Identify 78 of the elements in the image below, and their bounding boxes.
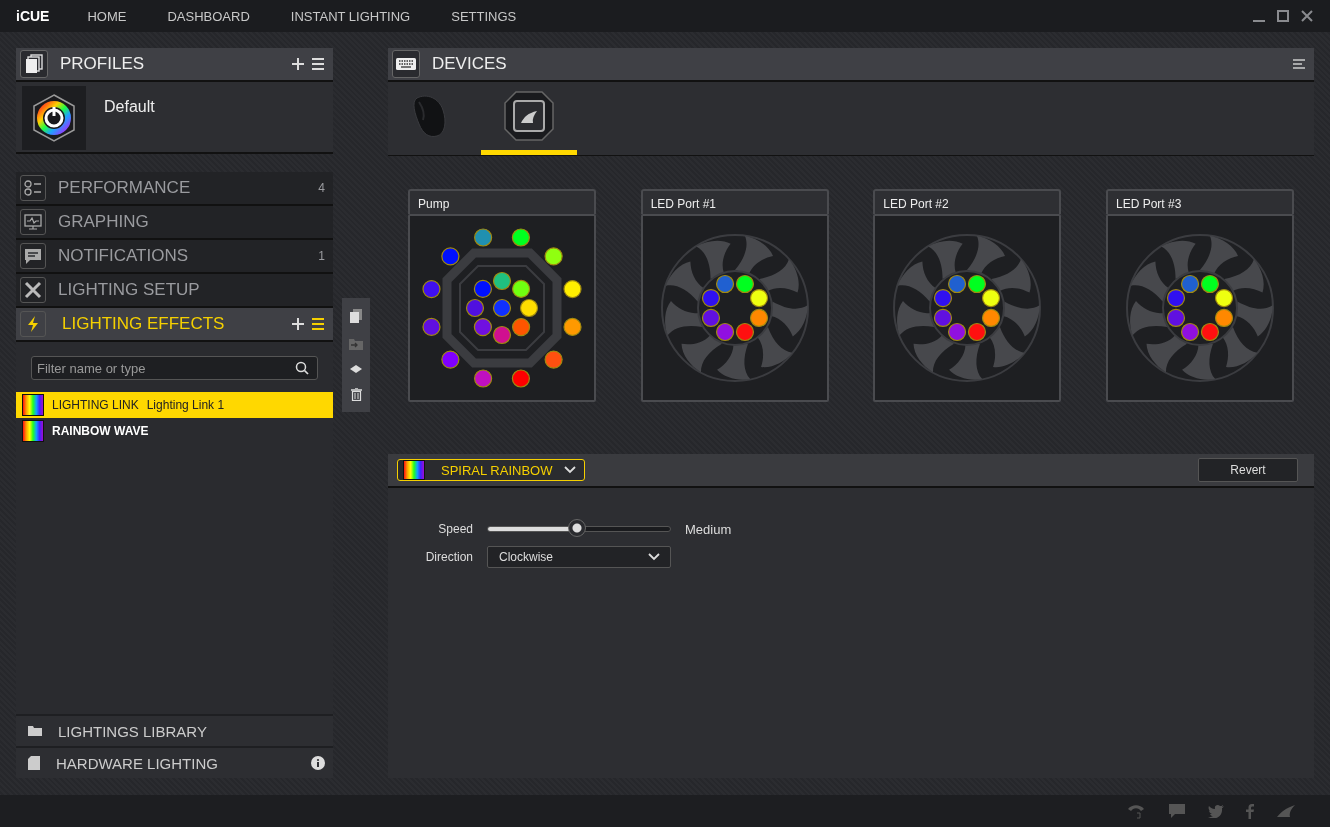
profiles-title: PROFILES: [60, 54, 146, 74]
rainbow-swatch-icon: [22, 394, 44, 416]
nav-link[interactable]: INSTANT LIGHTING: [290, 8, 411, 24]
section-icon: [20, 209, 46, 235]
direction-label: Direction: [424, 550, 473, 564]
profile-logo-icon: [22, 86, 86, 150]
led-light[interactable]: [512, 279, 531, 298]
cooler-icon: [504, 91, 554, 141]
nav-link[interactable]: DASHBOARD: [167, 8, 250, 24]
section-tab[interactable]: GRAPHING: [16, 206, 333, 240]
diamond-icon[interactable]: [350, 364, 362, 373]
folder-icon: [28, 725, 42, 737]
led-light[interactable]: [982, 308, 1001, 328]
direction-dropdown[interactable]: Clockwise: [487, 546, 671, 568]
devices-title: DEVICES: [432, 54, 508, 74]
add-icon[interactable]: [291, 57, 305, 71]
led-light[interactable]: [749, 308, 768, 328]
rainbow-swatch-icon: [403, 460, 425, 480]
profiles-icon: [20, 50, 48, 78]
profile-name: Default: [104, 98, 155, 116]
count-label: 4: [318, 181, 325, 195]
profile-row[interactable]: Default: [16, 82, 333, 154]
menu-icon[interactable]: [311, 318, 325, 330]
speed-label: Speed: [437, 522, 473, 536]
count-label: 1: [318, 249, 325, 263]
effect-dropdown[interactable]: SPIRAL RAINBOW: [397, 459, 585, 481]
revert-button[interactable]: Revert: [1198, 458, 1298, 482]
zone-header: LED Port #2: [873, 189, 1062, 214]
trash-icon[interactable]: [350, 387, 362, 401]
rainbow-swatch-icon: [22, 420, 44, 442]
led-light[interactable]: [1200, 274, 1219, 294]
filter-field[interactable]: Filter name or type: [31, 356, 318, 380]
speed-reading: Medium: [685, 521, 732, 537]
add-icon[interactable]: [291, 317, 305, 331]
section-icon: [20, 311, 46, 337]
zone-header: LED Port #1: [640, 189, 829, 214]
copy-icon[interactable]: [350, 309, 362, 324]
section-icon: [20, 243, 46, 269]
app-logo: iCUE: [16, 8, 50, 24]
menu-icon[interactable]: [311, 58, 325, 70]
memory-card-icon: [28, 756, 40, 770]
section-icon: [20, 175, 46, 201]
slider-thumb[interactable]: [568, 519, 587, 537]
led-light[interactable]: [563, 280, 582, 299]
led-light[interactable]: [1214, 288, 1234, 308]
section-tab[interactable]: NOTIFICATIONS 1: [16, 240, 333, 274]
led-light[interactable]: [511, 228, 530, 247]
section-tab[interactable]: PERFORMANCE 4: [16, 172, 333, 206]
chevron-down-icon: [648, 553, 660, 561]
led-light[interactable]: [544, 247, 563, 266]
effect-item[interactable]: RAINBOW WAVE: [16, 418, 333, 444]
led-light[interactable]: [1214, 308, 1234, 328]
effect-detail: Lighting Link 1: [146, 398, 225, 412]
section-tab[interactable]: LIGHTING SETUP: [16, 274, 333, 308]
effect-name: LIGHTING LINK: [52, 398, 139, 412]
search-icon: [295, 361, 309, 375]
speed-slider[interactable]: [487, 520, 671, 538]
effect-item[interactable]: LIGHTING LINK Lighting Link 1: [16, 392, 333, 418]
nav-link[interactable]: HOME: [87, 8, 127, 24]
led-light[interactable]: [492, 271, 512, 291]
section-icon: [20, 277, 46, 303]
led-light[interactable]: [563, 317, 582, 336]
zone-header: Pump: [408, 189, 596, 214]
chevron-down-icon: [564, 466, 576, 474]
menu-icon[interactable]: [1292, 59, 1306, 69]
led-light[interactable]: [749, 288, 768, 308]
nav-link[interactable]: SETTINGS: [451, 8, 517, 24]
effect-name: RAINBOW WAVE: [52, 424, 149, 438]
led-light[interactable]: [735, 274, 754, 294]
info-icon[interactable]: [311, 756, 325, 770]
maximize-icon[interactable]: [1276, 9, 1290, 23]
section-tab[interactable]: LIGHTING EFFECTS: [16, 308, 333, 342]
keyboard-icon: [392, 50, 420, 78]
led-light[interactable]: [519, 298, 539, 318]
led-light[interactable]: [982, 288, 1001, 308]
close-icon[interactable]: [1300, 9, 1314, 23]
led-light[interactable]: [968, 274, 987, 294]
zone-header: LED Port #3: [1105, 189, 1294, 214]
